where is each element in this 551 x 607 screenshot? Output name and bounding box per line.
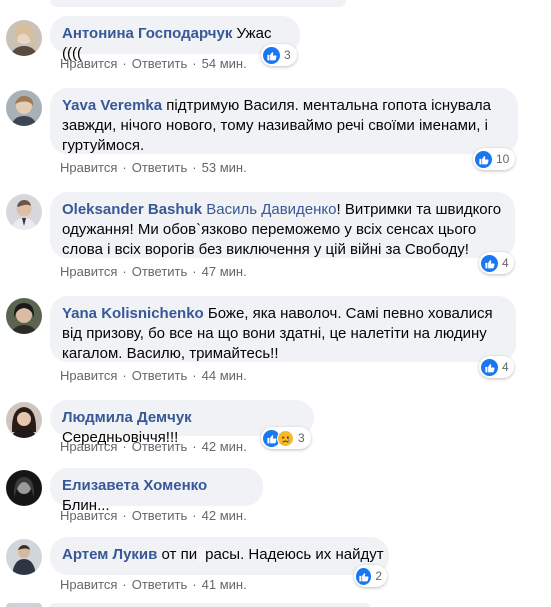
reaction-count: 4 xyxy=(502,256,509,270)
reaction-summary[interactable]: 3 xyxy=(261,44,297,66)
reaction-count: 10 xyxy=(496,152,510,166)
reply-link[interactable]: Ответить xyxy=(132,160,188,175)
like-icon xyxy=(481,358,498,376)
comment-author[interactable]: Антонина Господарчук xyxy=(62,25,232,42)
comment-time[interactable]: 53 мин. xyxy=(202,160,247,175)
like-icon xyxy=(475,150,492,168)
comment-author[interactable]: Артем Лукив xyxy=(62,546,157,563)
avatar[interactable] xyxy=(6,402,42,438)
like-icon xyxy=(481,254,498,272)
avatar[interactable] xyxy=(6,470,42,506)
comment-item: Антонина Господарчук Ужас (((( 3 Нравитс… xyxy=(0,16,551,74)
comment-bubble: Елизавета Хоменко Блин... xyxy=(50,468,263,514)
comment-actions: Нравится · Ответить · 53 мин. xyxy=(60,160,247,175)
comment-mention[interactable]: Василь Давиденко xyxy=(206,201,336,218)
comment-actions: Нравится · Ответить · 47 мин. xyxy=(60,264,247,279)
comment-time[interactable]: 47 мин. xyxy=(202,264,247,279)
reply-link[interactable]: Ответить xyxy=(132,264,188,279)
comment-actions: Нравится · Ответить · 54 мин. xyxy=(60,56,247,71)
sad-reaction-icon xyxy=(277,429,294,447)
comment-item: Людмила Демчук Середньовіччя!!! 3 Нравит… xyxy=(0,400,551,458)
comment-bubble: Yana Kolisnichenko Боже, яка наволоч. Са… xyxy=(50,296,516,362)
reply-link[interactable]: Ответить xyxy=(132,508,188,523)
like-link[interactable]: Нравится xyxy=(60,577,117,592)
reaction-count: 4 xyxy=(502,360,509,374)
reaction-count: 3 xyxy=(284,48,291,62)
comment-time[interactable]: 42 мин. xyxy=(202,508,247,523)
image-overlay-patch xyxy=(197,546,206,562)
avatar[interactable] xyxy=(6,90,42,126)
comment-author[interactable]: Людмила Демчук xyxy=(62,409,192,426)
avatar[interactable] xyxy=(6,20,42,56)
like-link[interactable]: Нравится xyxy=(60,368,117,383)
comment-author[interactable]: Елизавета Хоменко xyxy=(62,477,207,494)
reaction-count: 3 xyxy=(298,431,305,445)
comment-time[interactable]: 41 мин. xyxy=(202,577,247,592)
comment-actions: Нравится · Ответить · 42 мин. xyxy=(60,439,247,454)
comment-author[interactable]: Yana Kolisnichenko xyxy=(62,305,204,322)
reaction-summary[interactable]: 4 xyxy=(479,252,514,274)
reply-link[interactable]: Ответить xyxy=(132,368,188,383)
comment-actions: Нравится · Ответить · 41 мин. xyxy=(60,577,247,592)
next-comment-edge xyxy=(0,603,551,607)
like-link[interactable]: Нравится xyxy=(60,508,117,523)
avatar[interactable] xyxy=(6,194,42,230)
like-link[interactable]: Нравится xyxy=(60,439,117,454)
comment-author[interactable]: Oleksander Bashuk xyxy=(62,201,202,218)
like-link[interactable]: Нравится xyxy=(60,56,117,71)
comment-item: Yana Kolisnichenko Боже, яка наволоч. Са… xyxy=(0,296,551,386)
reply-link[interactable]: Ответить xyxy=(132,439,188,454)
comment-actions: Нравится · Ответить · 42 мин. xyxy=(60,508,247,523)
comment-item: Oleksander Bashuk Василь Давиденко! Витр… xyxy=(0,192,551,282)
reply-link[interactable]: Ответить xyxy=(132,577,188,592)
comment-bubble: Oleksander Bashuk Василь Давиденко! Витр… xyxy=(50,192,515,258)
avatar[interactable] xyxy=(6,298,42,334)
reply-link[interactable]: Ответить xyxy=(132,56,188,71)
reaction-summary[interactable]: 2 xyxy=(354,565,387,587)
comment-item: Артем Лукив от пи расы. Надеюсь их найдут… xyxy=(0,537,551,595)
previous-comment-edge xyxy=(0,0,551,7)
reaction-summary[interactable]: 3 xyxy=(261,427,311,449)
comment-bubble: Артем Лукив от пи расы. Надеюсь их найдут xyxy=(50,537,389,575)
like-icon xyxy=(263,46,280,64)
comment-text-continued: расы. Надеюсь их найдут xyxy=(205,546,384,563)
comment-text: от пи xyxy=(161,546,198,563)
comment-time[interactable]: 42 мин. xyxy=(202,439,247,454)
comment-actions: Нравится · Ответить · 44 мин. xyxy=(60,368,247,383)
reaction-summary[interactable]: 4 xyxy=(479,356,514,378)
like-link[interactable]: Нравится xyxy=(60,264,117,279)
comment-bubble: Yava Veremka підтримую Василя. ментальна… xyxy=(50,88,518,154)
avatar[interactable] xyxy=(6,539,42,575)
comment-item: Елизавета Хоменко Блин... Нравится · Ответ… xyxy=(0,468,551,526)
reaction-count: 2 xyxy=(375,569,382,583)
comment-time[interactable]: 44 мин. xyxy=(202,368,247,383)
comment-author[interactable]: Yava Veremka xyxy=(62,97,162,114)
comment-item: Yava Veremka підтримую Василя. ментальна… xyxy=(0,88,551,178)
like-icon xyxy=(356,567,372,585)
comment-time[interactable]: 54 мин. xyxy=(202,56,247,71)
reaction-summary[interactable]: 10 xyxy=(473,148,515,170)
like-link[interactable]: Нравится xyxy=(60,160,117,175)
